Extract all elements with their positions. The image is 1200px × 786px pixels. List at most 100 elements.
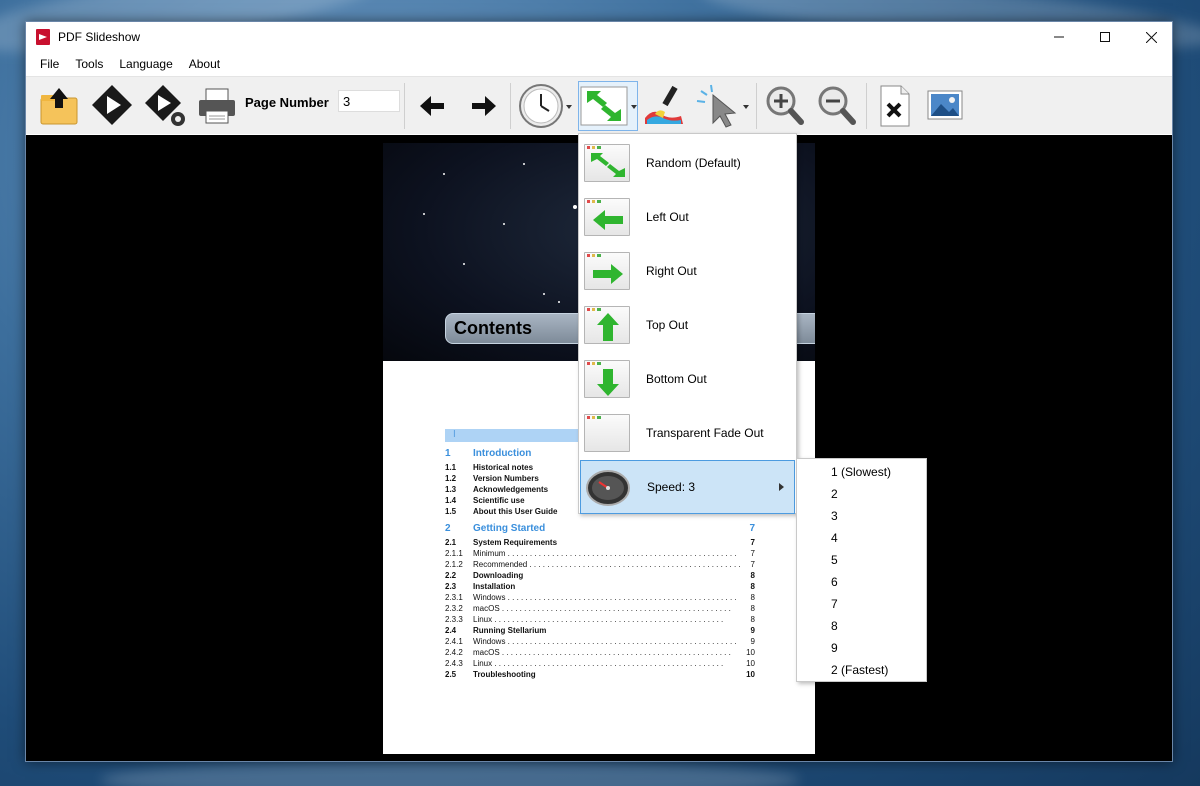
- background-color-button[interactable]: [640, 81, 688, 131]
- open-folder-button[interactable]: [38, 81, 80, 131]
- toc-number: 2.3.3: [445, 615, 463, 624]
- arrow-right-icon: [472, 96, 496, 116]
- arrow-left-icon: [420, 96, 444, 116]
- transition-item-left-out[interactable]: Left Out: [580, 190, 795, 244]
- toc-number: 2.4: [445, 626, 457, 635]
- toc-page: 8: [750, 582, 755, 591]
- play-settings-button[interactable]: [142, 81, 190, 131]
- toc-page: 9: [750, 626, 755, 635]
- toc-row: 2.3.1 Windows . . . . . . . . . . . . . .…: [445, 592, 755, 603]
- title-bar[interactable]: PDF Slideshow: [26, 22, 1172, 52]
- page-number-label: Page Number: [245, 95, 329, 110]
- image-icon: [927, 90, 963, 120]
- transition-menu: Random (Default) Left Out Right Out Top Out…: [578, 133, 797, 514]
- toc-row: 2.4.2 macOS . . . . . . . . . . . . . . .…: [445, 647, 755, 658]
- export-image-button[interactable]: [922, 81, 968, 131]
- toc-page: 8: [750, 571, 755, 580]
- transition-item-random-default[interactable]: Random (Default): [580, 136, 795, 190]
- speed-option[interactable]: 8: [797, 615, 926, 637]
- print-button[interactable]: [196, 81, 238, 131]
- menu-tools[interactable]: Tools: [67, 52, 111, 76]
- menu-about[interactable]: About: [181, 52, 228, 76]
- transition-arrows-icon: [580, 86, 637, 126]
- toc-title: Downloading: [473, 571, 524, 580]
- transition-item-transparent-fade-out[interactable]: Transparent Fade Out: [580, 406, 795, 460]
- speed-option[interactable]: 1 (Slowest): [797, 461, 926, 483]
- page-number-input[interactable]: [338, 90, 400, 112]
- play-diamond-icon: [92, 85, 132, 125]
- window-title: PDF Slideshow: [58, 30, 141, 44]
- transition-item-speed[interactable]: Speed: 3: [580, 460, 795, 514]
- close-button[interactable]: [1128, 22, 1174, 52]
- toc-title: Minimum . . . . . . . . . . . . . . . . …: [473, 549, 737, 558]
- play-slideshow-button[interactable]: [88, 81, 136, 131]
- toolbar-separator: [510, 83, 511, 129]
- minimize-button[interactable]: [1036, 22, 1082, 52]
- speed-option[interactable]: 7: [797, 593, 926, 615]
- next-page-button[interactable]: [466, 81, 502, 131]
- speed-option[interactable]: 6: [797, 571, 926, 593]
- toc-title: Running Stellarium: [473, 626, 547, 635]
- toc-title: Troubleshooting: [473, 670, 536, 679]
- toc-number: 2.4.2: [445, 648, 463, 657]
- toc-row: 2.4.1 Windows . . . . . . . . . . . . . .…: [445, 636, 755, 647]
- toc-number: 2.1: [445, 538, 457, 547]
- zoom-out-icon: [818, 86, 856, 125]
- transition-item-bottom-out[interactable]: Bottom Out: [580, 352, 795, 406]
- toc-number: 2.1.1: [445, 549, 463, 558]
- right-arrow-icon: [584, 252, 630, 290]
- toc-row: 2.2 Downloading 8: [445, 570, 755, 581]
- speed-option[interactable]: 5: [797, 549, 926, 571]
- contents-title: Contents: [454, 318, 532, 338]
- toc-number: 1.3: [445, 485, 457, 494]
- toc-title: Linux . . . . . . . . . . . . . . . . . …: [473, 659, 724, 668]
- up-arrow-icon: [584, 306, 630, 344]
- speed-submenu: 1 (Slowest) 2 3 4 5 6 7 8 9 2 (Fastest): [796, 458, 927, 682]
- transition-label: Top Out: [646, 318, 689, 332]
- zoom-out-button[interactable]: [814, 81, 858, 131]
- pointer-dropdown-button[interactable]: [692, 81, 750, 131]
- toc-row: 2 Getting Started 7: [445, 521, 755, 537]
- maximize-button[interactable]: [1082, 22, 1128, 52]
- transition-item-right-out[interactable]: Right Out: [580, 244, 795, 298]
- toc-row: 2.1 System Requirements 7: [445, 537, 755, 548]
- menu-file[interactable]: File: [32, 52, 67, 76]
- transition-item-top-out[interactable]: Top Out: [580, 298, 795, 352]
- toc-number: 1.2: [445, 474, 457, 483]
- toc-number: 2.1.2: [445, 560, 463, 569]
- transition-dropdown-button[interactable]: [578, 81, 638, 131]
- close-document-button[interactable]: [874, 81, 914, 131]
- menu-language[interactable]: Language: [111, 52, 180, 76]
- toc-row: 2.3.2 macOS . . . . . . . . . . . . . . .…: [445, 603, 755, 614]
- toc-row: 2.1.1 Minimum . . . . . . . . . . . . . .…: [445, 548, 755, 559]
- toc-title: Getting Started: [473, 523, 546, 534]
- toc-page: 7: [750, 538, 755, 547]
- speed-option[interactable]: 3: [797, 505, 926, 527]
- submenu-arrow-icon: [779, 483, 784, 491]
- toc-number: 2.3: [445, 582, 457, 591]
- toc-row: 2.4 Running Stellarium 9: [445, 625, 755, 636]
- toc-row: 2.4.3 Linux . . . . . . . . . . . . . . .…: [445, 658, 755, 669]
- toc-number: 1: [445, 448, 451, 459]
- toc-page: 9: [750, 637, 755, 646]
- maximize-icon: [1100, 32, 1110, 42]
- transition-label: Bottom Out: [646, 372, 707, 386]
- close-icon: [1145, 31, 1157, 43]
- previous-page-button[interactable]: [414, 81, 450, 131]
- blank-window-icon: [584, 414, 630, 452]
- speed-option[interactable]: 2 (Fastest): [797, 659, 926, 681]
- open-folder-icon: [40, 88, 78, 125]
- toc-row: 2.3 Installation 8: [445, 581, 755, 592]
- toc-number: 2.4.3: [445, 659, 463, 668]
- zoom-in-button[interactable]: [762, 81, 806, 131]
- toc-title: Linux . . . . . . . . . . . . . . . . . …: [473, 615, 724, 624]
- speed-option[interactable]: 9: [797, 637, 926, 659]
- toc-page: 10: [746, 670, 755, 679]
- speed-option[interactable]: 4: [797, 527, 926, 549]
- toc-number: 2: [445, 523, 451, 534]
- transition-label: Transparent Fade Out: [646, 426, 764, 440]
- timer-dropdown-button[interactable]: [518, 81, 572, 131]
- toc-title: Recommended . . . . . . . . . . . . . . …: [473, 560, 743, 569]
- toc-title: macOS . . . . . . . . . . . . . . . . . …: [473, 648, 731, 657]
- speed-option[interactable]: 2: [797, 483, 926, 505]
